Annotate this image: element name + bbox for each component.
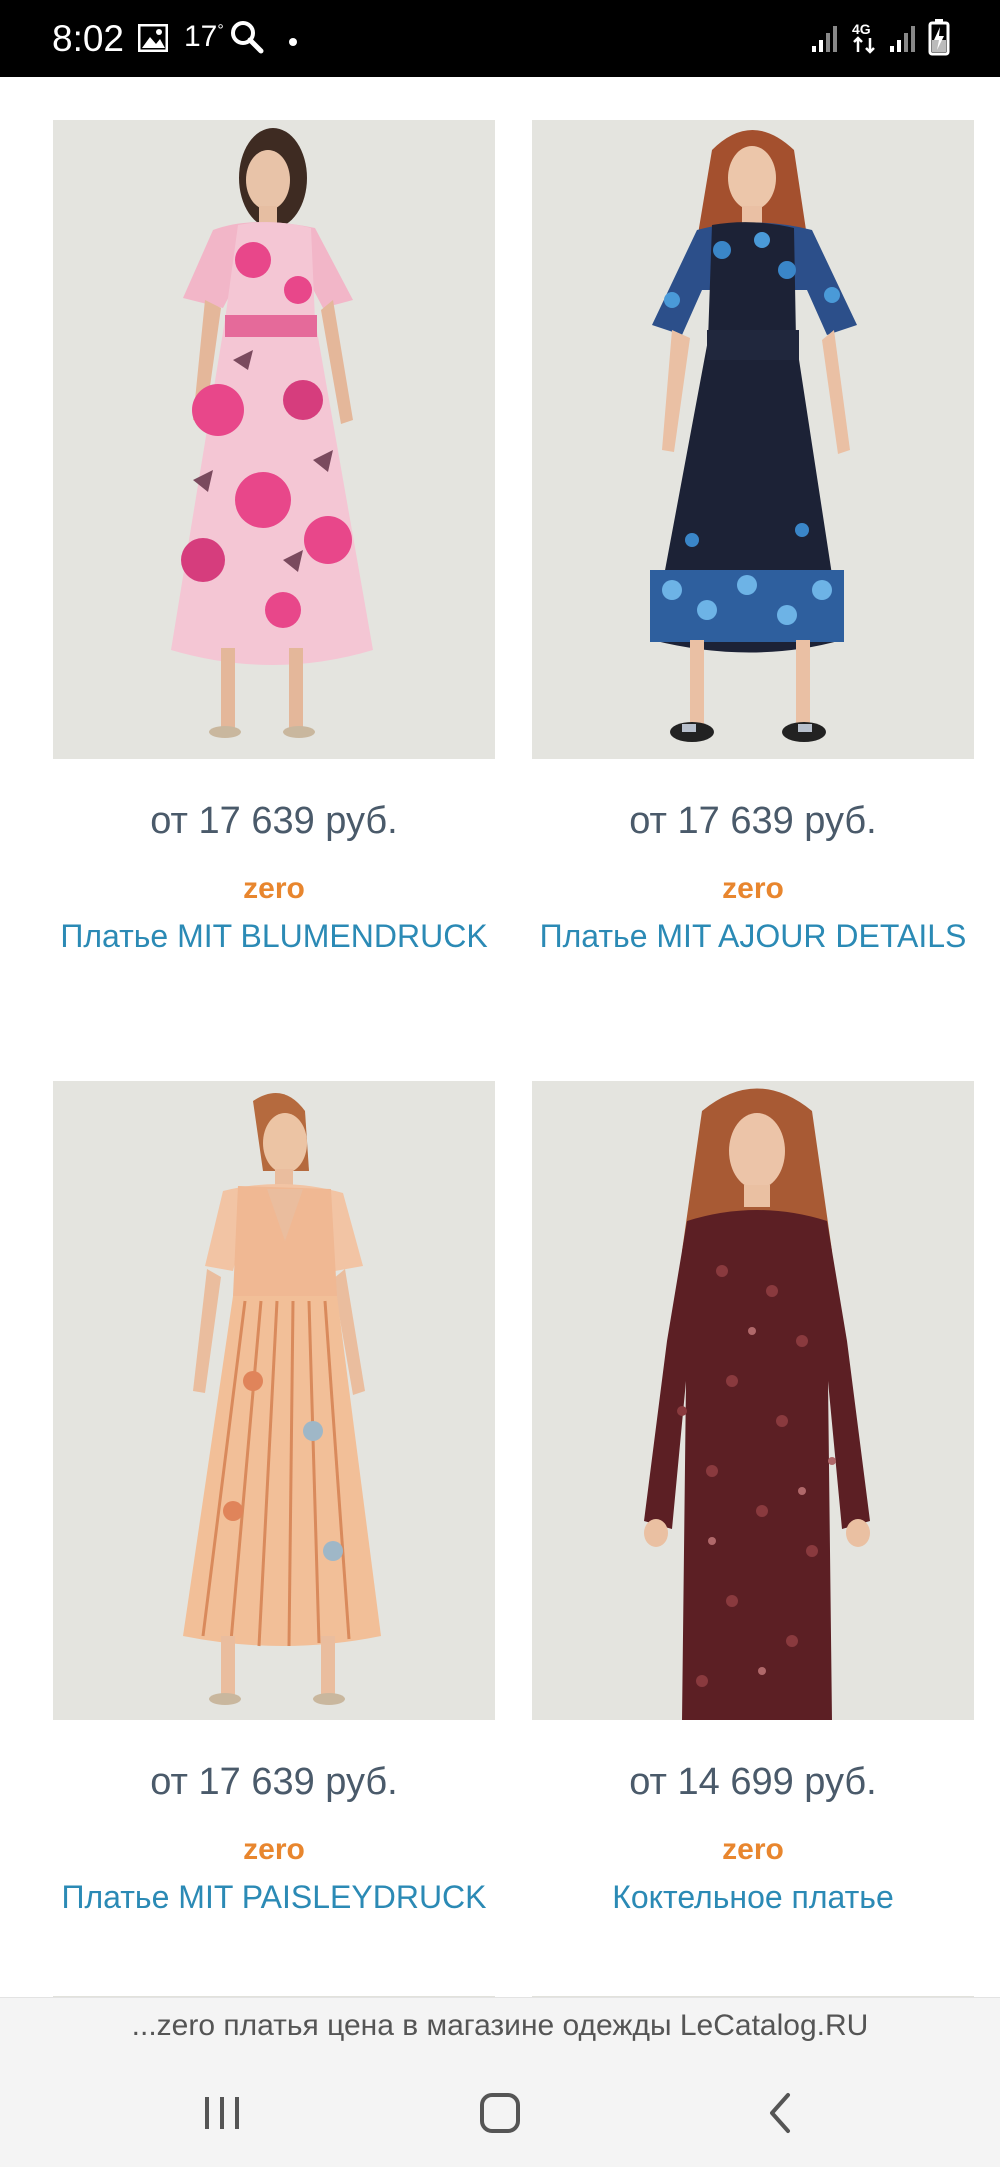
burgundy-sequin-mini-dress-photo[interactable] <box>532 1081 974 1720</box>
svg-text:4G: 4G <box>852 21 871 37</box>
product-name-link[interactable]: Платье MIT BLUMENDRUCK <box>33 913 515 959</box>
search-icon <box>230 20 264 59</box>
dot-icon <box>288 34 298 52</box>
product-price: от 17 639 руб. <box>150 1761 398 1803</box>
signal-icon <box>810 24 840 59</box>
pink-floral-maxi-dress-photo[interactable] <box>53 120 495 759</box>
back-button[interactable] <box>752 2085 812 2141</box>
navy-blue-floral-midi-dress-photo[interactable] <box>532 120 974 759</box>
product-name-link[interactable]: Платье MIT AJOUR DETAILS <box>512 913 994 959</box>
network-4g-icon: 4G <box>850 20 880 61</box>
recent-apps-button[interactable] <box>192 2085 252 2141</box>
product-price: от 14 699 руб. <box>629 1761 877 1803</box>
peach-paisley-pleated-dress-photo[interactable] <box>53 1081 495 1720</box>
product-grid: от 17 639 руб. zero Платье MIT BLUMENDRU… <box>0 77 1000 1998</box>
home-button[interactable] <box>470 2085 530 2141</box>
product-brand[interactable]: zero <box>53 872 495 906</box>
status-bar: 8:02 17° 4G <box>0 0 1000 77</box>
status-time: 8:02 <box>52 18 125 59</box>
product-brand[interactable]: zero <box>532 872 974 906</box>
product-price: от 17 639 руб. <box>150 800 398 842</box>
phone-screen: 8:02 17° 4G от 17 639 руб. zero Платье M… <box>0 0 1000 2167</box>
home-icon <box>480 2093 520 2133</box>
product-name-link[interactable]: Платье MIT PAISLEYDRUCK <box>33 1874 515 1920</box>
product-price: от 17 639 руб. <box>629 800 877 842</box>
product-name-link[interactable]: Коктельное платье <box>512 1874 994 1920</box>
product-brand[interactable]: zero <box>53 1833 495 1867</box>
battery-charging-icon <box>928 18 950 61</box>
status-temperature: 17° <box>184 20 224 53</box>
back-icon <box>770 2093 790 2133</box>
product-brand[interactable]: zero <box>532 1833 974 1867</box>
page-url-banner[interactable]: ...zero платья цена в магазине одежды Le… <box>0 1997 1000 2057</box>
recent-apps-icon <box>205 2097 239 2129</box>
signal-icon <box>888 24 918 59</box>
navigation-bar <box>0 2057 1000 2167</box>
gallery-icon <box>137 23 169 57</box>
